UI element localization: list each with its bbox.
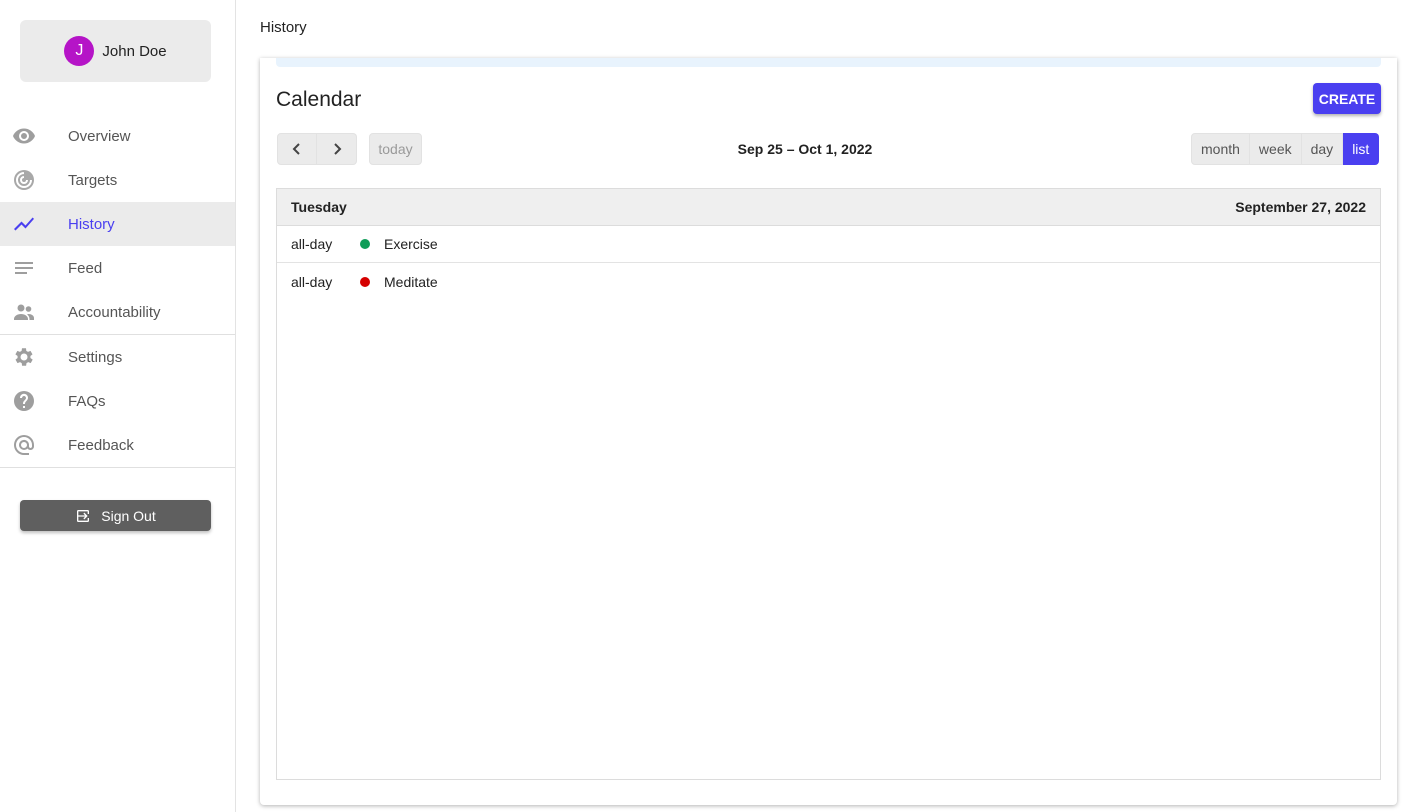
next-button[interactable] [317,133,357,165]
nav-divider [0,467,235,468]
gear-icon [12,345,36,369]
people-icon [12,300,36,324]
sidebar-item-feedback[interactable]: Feedback [0,423,235,467]
sidebar-item-label: Targets [68,171,118,189]
event-title: Meditate [384,273,438,290]
user-profile-card[interactable]: J John Doe [20,20,211,82]
avatar: J [64,36,95,66]
sidebar-item-settings[interactable]: Settings [0,335,235,379]
eye-icon [12,124,36,148]
sidebar-item-label: Settings [68,348,123,366]
date-range-title: Sep 25 – Oct 1, 2022 [737,141,873,157]
day-date: September 27, 2022 [1235,199,1366,215]
primary-nav: Overview Targets History Feed Accountabi… [0,114,235,468]
sidebar-item-label: Feed [68,259,103,277]
sign-out-button[interactable]: Sign Out [20,500,211,531]
event-dot-icon [360,276,370,287]
target-icon [12,168,36,192]
calendar-card: Calendar CREATE today Sep 25 – Oct 1, 20… [260,58,1397,805]
day-weekday: Tuesday [291,199,347,215]
at-sign-icon [12,433,36,457]
prev-button[interactable] [277,133,317,165]
trending-up-icon [12,212,36,236]
sidebar-item-history[interactable]: History [0,202,235,246]
list-day-header: Tuesday September 27, 2022 [277,189,1380,226]
sidebar-item-accountability[interactable]: Accountability [0,290,235,334]
view-day-button[interactable]: day [1301,133,1344,165]
chevron-right-icon [333,143,341,155]
list-item[interactable]: all-day Meditate [277,263,1380,300]
sidebar-item-label: History [68,215,115,233]
info-banner [276,58,1381,67]
sidebar-item-label: Feedback [68,436,134,454]
event-title: Exercise [384,236,438,252]
list-item[interactable]: all-day Exercise [277,226,1380,263]
calendar-title: Calendar [276,88,362,111]
page-title: History [260,19,307,36]
view-switcher: month week day list [1191,133,1380,165]
chevron-left-icon [292,143,300,155]
help-icon [12,389,36,413]
sidebar-item-overview[interactable]: Overview [0,114,235,158]
event-time: all-day [291,236,333,252]
create-button[interactable]: CREATE [1313,83,1381,114]
prev-next-group [277,133,357,165]
sidebar-item-feed[interactable]: Feed [0,246,235,290]
sidebar-item-label: FAQs [68,392,106,410]
sidebar-item-label: Accountability [68,303,161,321]
feed-lines-icon [12,256,36,280]
sidebar-item-targets[interactable]: Targets [0,158,235,202]
sidebar-item-label: Overview [68,127,131,145]
user-name: John Doe [102,42,167,60]
view-week-button[interactable]: week [1249,133,1302,165]
event-time: all-day [291,273,333,290]
exit-icon [77,509,90,522]
sign-out-label: Sign Out [101,507,156,524]
sidebar-item-faqs[interactable]: FAQs [0,379,235,423]
view-list-button[interactable]: list [1343,133,1380,165]
calendar-list-view: Tuesday September 27, 2022 all-day Exerc… [276,188,1381,780]
today-button[interactable]: today [369,133,422,165]
event-dot-icon [360,239,370,249]
sidebar: J John Doe Overview Targets History Feed… [0,0,236,812]
view-month-button[interactable]: month [1191,133,1250,165]
